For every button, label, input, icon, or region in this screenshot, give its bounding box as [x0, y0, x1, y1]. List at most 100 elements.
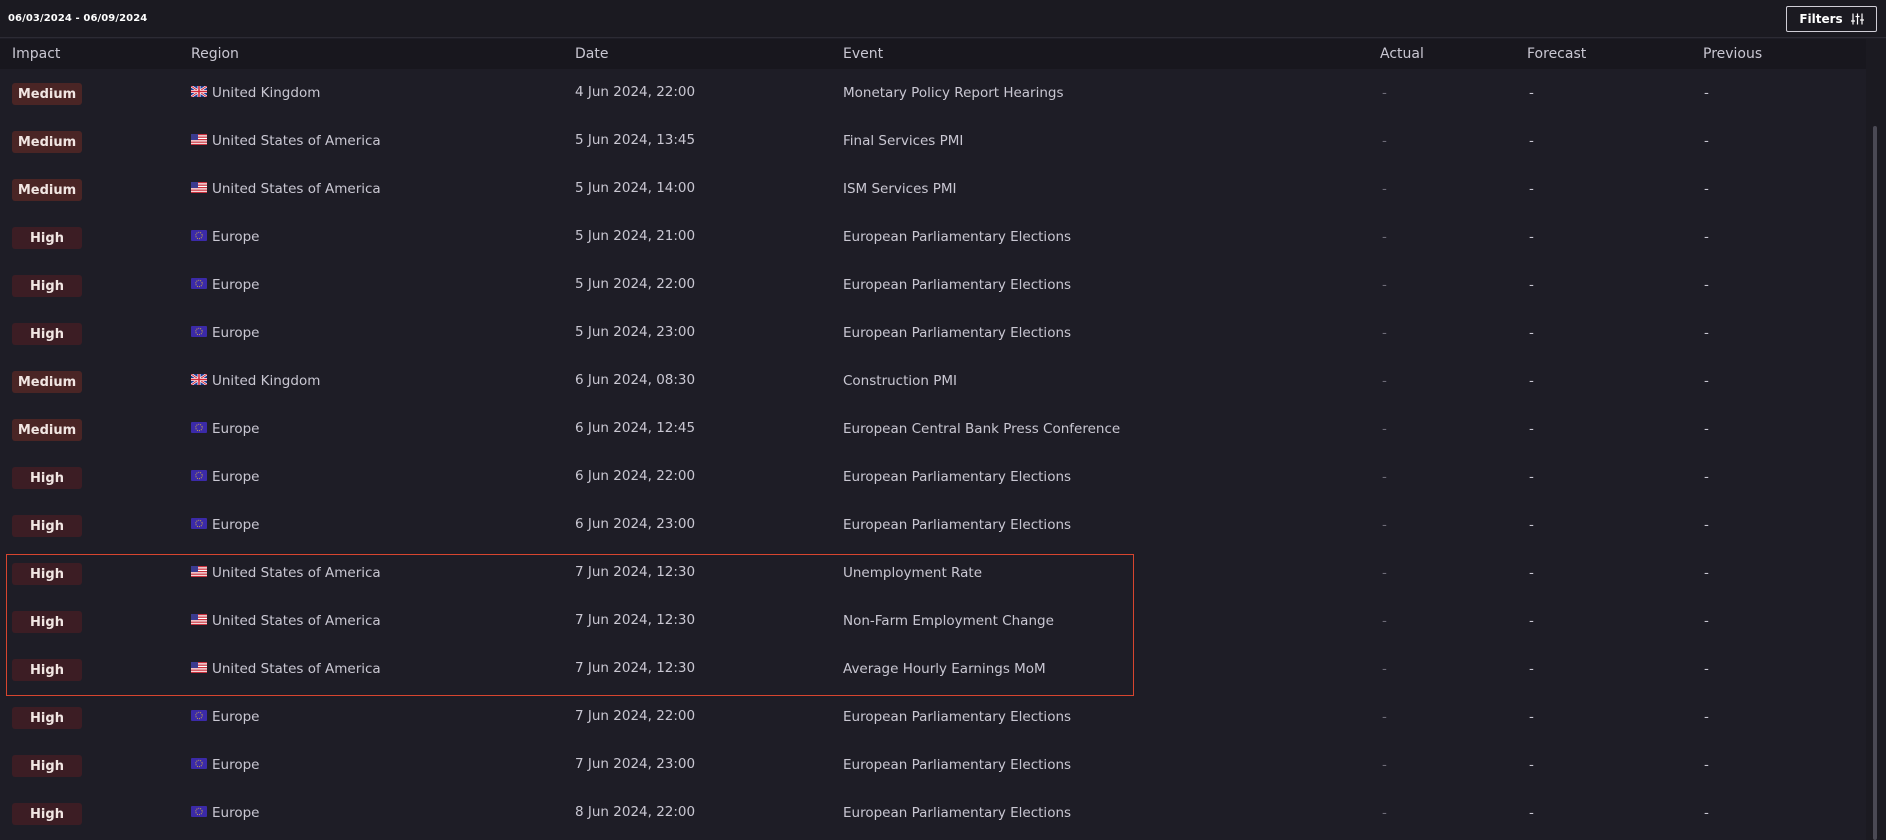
region-cell: United States of America: [191, 613, 381, 629]
date-cell: 4 Jun 2024, 22:00: [575, 84, 696, 100]
impact-badge: High: [12, 611, 82, 633]
region-cell: United States of America: [191, 133, 381, 149]
forecast-cell: -: [1529, 421, 1534, 437]
forecast-cell: -: [1529, 469, 1534, 485]
table-row[interactable]: Medium United Kingdom 6 Jun 2024, 08:30 Con…: [0, 357, 1866, 405]
eu-flag-icon: [191, 277, 207, 293]
table-row[interactable]: High Europe 5 Jun 2024, 22:00 European Parl…: [0, 261, 1866, 309]
forecast-cell: -: [1529, 277, 1534, 293]
impact-badge: Medium: [12, 419, 82, 441]
table-row[interactable]: High Europe 6 Jun 2024, 22:00 European Parl…: [0, 453, 1866, 501]
actual-cell: -: [1382, 709, 1387, 725]
us-flag-icon: [191, 613, 207, 629]
forecast-cell: -: [1529, 709, 1534, 725]
table-row[interactable]: High Europe 8 Jun 2024, 22:00 European Parl…: [0, 789, 1866, 837]
previous-cell: -: [1704, 805, 1709, 821]
region-label: Europe: [212, 277, 260, 293]
eu-flag-icon: [191, 709, 207, 725]
impact-badge: High: [12, 467, 82, 489]
region-cell: United Kingdom: [191, 85, 320, 101]
region-cell: Europe: [191, 277, 259, 293]
table-row[interactable]: High United States of America 7 Jun 2024, …: [0, 549, 1866, 597]
date-cell: 7 Jun 2024, 12:30: [575, 660, 696, 676]
forecast-cell: -: [1529, 229, 1534, 245]
region-label: United Kingdom: [212, 373, 321, 389]
event-cell: Non-Farm Employment Change: [843, 613, 1054, 629]
previous-cell: -: [1704, 85, 1709, 101]
actual-cell: -: [1382, 469, 1387, 485]
date-range-label[interactable]: 06/03/2024 - 06/09/2024: [8, 13, 147, 24]
uk-flag-icon: [191, 373, 207, 389]
table-row[interactable]: High Europe 7 Jun 2024, 23:00 European Parl…: [0, 741, 1866, 789]
forecast-cell: -: [1529, 757, 1534, 773]
us-flag-icon: [191, 133, 207, 149]
region-label: Europe: [212, 517, 260, 533]
region-cell: Europe: [191, 517, 259, 533]
table-row[interactable]: High Europe 6 Jun 2024, 23:00 European Parl…: [0, 501, 1866, 549]
forecast-cell: -: [1529, 805, 1534, 821]
column-header-actual[interactable]: Actual: [1380, 46, 1424, 62]
date-cell: 7 Jun 2024, 12:30: [575, 612, 696, 628]
previous-cell: -: [1704, 469, 1709, 485]
event-cell: Final Services PMI: [843, 133, 964, 149]
region-label: Europe: [212, 805, 260, 821]
table-row[interactable]: High Europe 5 Jun 2024, 21:00 European Parl…: [0, 213, 1866, 261]
event-cell: European Parliamentary Elections: [843, 469, 1072, 485]
column-header-event[interactable]: Event: [843, 46, 883, 62]
column-header-impact[interactable]: Impact: [12, 46, 60, 62]
actual-cell: -: [1382, 421, 1387, 437]
impact-badge: High: [12, 563, 82, 585]
actual-cell: -: [1382, 229, 1387, 245]
impact-badge: High: [12, 227, 82, 249]
date-cell: 5 Jun 2024, 21:00: [575, 228, 696, 244]
previous-cell: -: [1704, 277, 1709, 293]
date-cell: 7 Jun 2024, 22:00: [575, 708, 696, 724]
eu-flag-icon: [191, 805, 207, 821]
table-row[interactable]: High Europe 7 Jun 2024, 22:00 European Parl…: [0, 693, 1866, 741]
impact-badge: High: [12, 803, 82, 825]
table-row[interactable]: Medium United States of America 5 Jun 2024…: [0, 165, 1866, 213]
eu-flag-icon: [191, 325, 207, 341]
filters-button[interactable]: Filters: [1786, 6, 1877, 32]
forecast-cell: -: [1529, 181, 1534, 197]
toolbar: 06/03/2024 - 06/09/2024 Filters: [0, 0, 1886, 38]
table-row[interactable]: High United States of America 7 Jun 2024, …: [0, 645, 1866, 693]
forecast-cell: -: [1529, 133, 1534, 149]
scrollbar-thumb[interactable]: [1873, 126, 1877, 840]
event-cell: European Parliamentary Elections: [843, 517, 1072, 533]
actual-cell: -: [1382, 373, 1387, 389]
previous-cell: -: [1704, 373, 1709, 389]
region-cell: Europe: [191, 229, 259, 245]
actual-cell: -: [1382, 757, 1387, 773]
impact-badge: Medium: [12, 179, 82, 201]
region-cell: United States of America: [191, 565, 381, 581]
table-row[interactable]: High Europe 5 Jun 2024, 23:00 European Parl…: [0, 309, 1866, 357]
sliders-icon: [1850, 13, 1864, 25]
event-cell: Construction PMI: [843, 373, 958, 389]
date-cell: 5 Jun 2024, 23:00: [575, 324, 696, 340]
region-cell: Europe: [191, 469, 259, 485]
event-cell: Unemployment Rate: [843, 565, 983, 581]
previous-cell: -: [1704, 181, 1709, 197]
event-cell: Average Hourly Earnings MoM: [843, 661, 1046, 677]
table-row[interactable]: High United States of America 7 Jun 2024, …: [0, 597, 1866, 645]
actual-cell: -: [1382, 85, 1387, 101]
us-flag-icon: [191, 661, 207, 677]
forecast-cell: -: [1529, 661, 1534, 677]
uk-flag-icon: [191, 85, 207, 101]
forecast-cell: -: [1529, 613, 1534, 629]
table-row[interactable]: Medium United Kingdom 4 Jun 2024, 22:00 Mon…: [0, 69, 1866, 117]
impact-badge: High: [12, 515, 82, 537]
event-cell: ISM Services PMI: [843, 181, 957, 197]
date-cell: 6 Jun 2024, 12:45: [575, 420, 696, 436]
forecast-cell: -: [1529, 565, 1534, 581]
region-label: United States of America: [212, 565, 381, 581]
table-row[interactable]: Medium Europe 6 Jun 2024, 12:45 European Ce…: [0, 405, 1866, 453]
column-header-previous[interactable]: Previous: [1703, 46, 1762, 62]
column-header-date[interactable]: Date: [575, 46, 608, 62]
actual-cell: -: [1382, 661, 1387, 677]
actual-cell: -: [1382, 805, 1387, 821]
table-row[interactable]: Medium United States of America 5 Jun 2024…: [0, 117, 1866, 165]
column-header-forecast[interactable]: Forecast: [1527, 46, 1586, 62]
column-header-region[interactable]: Region: [191, 46, 239, 62]
